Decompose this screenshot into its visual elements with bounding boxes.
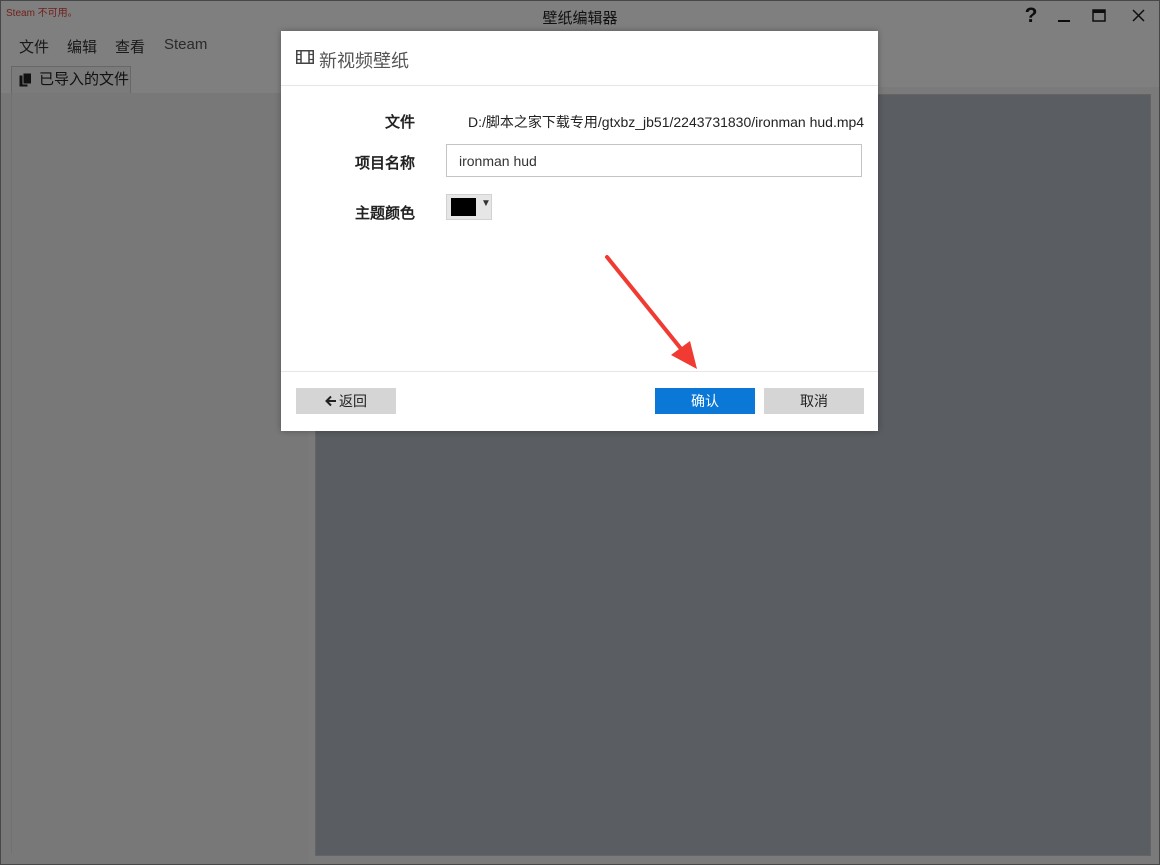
- file-label: 文件: [384, 114, 415, 131]
- dialog-footer: 返回 确认 取消: [281, 371, 878, 432]
- confirm-button[interactable]: 确认: [655, 388, 755, 414]
- film-icon: [296, 50, 314, 64]
- dialog-title: 新视频壁纸: [319, 51, 409, 72]
- cancel-button[interactable]: 取消: [764, 388, 864, 414]
- file-path: D:/脚本之家下载专用/gtxbz_jb51/2243731830/ironma…: [468, 114, 865, 130]
- caret-down-icon: ▼: [481, 198, 491, 209]
- theme-color-label: 主题颜色: [354, 205, 415, 222]
- dialog-header: 新视频壁纸: [281, 31, 878, 86]
- back-button[interactable]: 返回: [296, 388, 396, 414]
- project-name-input[interactable]: [446, 144, 862, 177]
- color-swatch: [451, 198, 476, 216]
- project-name-label: 项目名称: [354, 155, 415, 172]
- back-button-label: 返回: [339, 393, 367, 409]
- new-video-wallpaper-dialog: 新视频壁纸 文件 D:/脚本之家下载专用/gtxbz_jb51/22437318…: [281, 31, 878, 431]
- theme-color-picker[interactable]: ▼: [446, 194, 492, 220]
- arrow-left-icon: [325, 395, 336, 407]
